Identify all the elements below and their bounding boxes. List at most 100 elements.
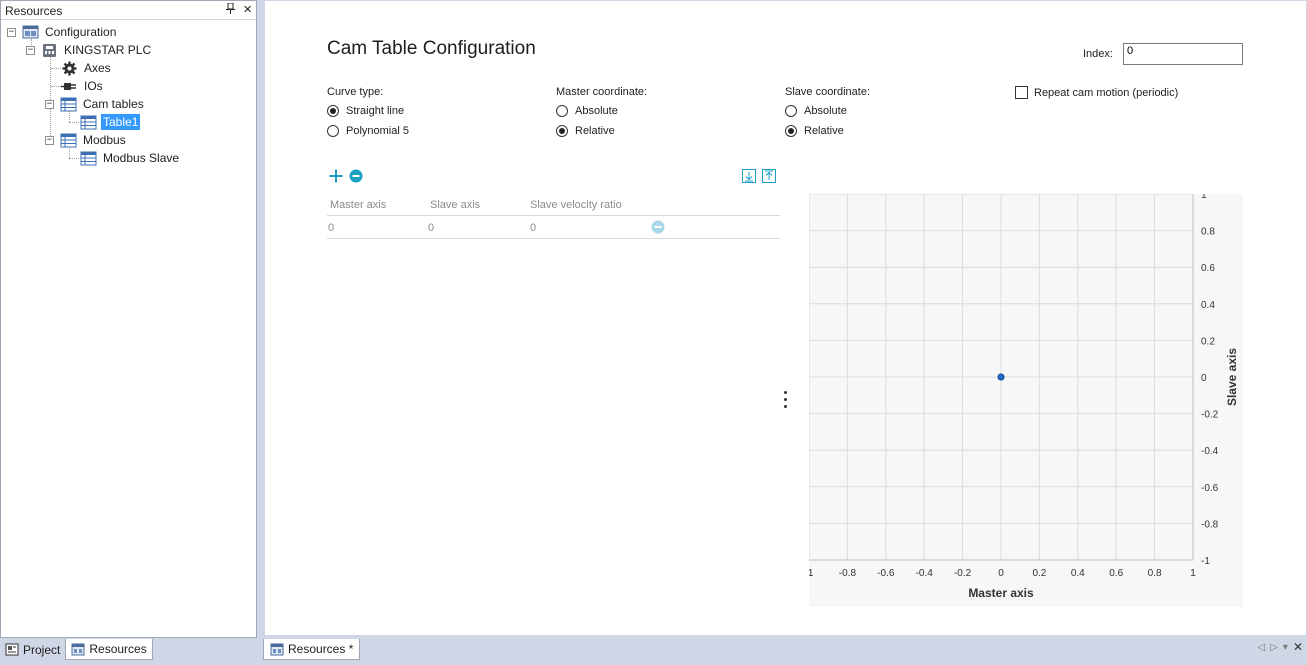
curve-straight-line-radio[interactable]: Straight line xyxy=(327,105,404,117)
close-tab-icon[interactable]: ✕ xyxy=(1293,640,1303,654)
tab-label: Project xyxy=(23,642,61,657)
collapse-icon[interactable]: − xyxy=(26,45,35,55)
resources-panel-title: Resources xyxy=(5,4,63,18)
x-tick-label: 0.2 xyxy=(1032,568,1046,579)
resources-icon xyxy=(71,643,85,655)
collapse-icon[interactable]: − xyxy=(7,27,16,37)
curve-polynomial-5-radio[interactable]: Polynomial 5 xyxy=(327,125,409,137)
plc-icon xyxy=(43,43,56,57)
y-tick-label: 1 xyxy=(1201,194,1207,201)
pin-icon[interactable] xyxy=(226,2,235,17)
column-header-master-axis[interactable]: Master axis xyxy=(330,199,386,211)
tree-item-cam-tables[interactable]: − Cam tables xyxy=(45,95,146,113)
y-tick-label: 0 xyxy=(1201,373,1207,384)
tab-resources-document[interactable]: Resources * xyxy=(263,639,361,660)
cell-master-axis[interactable]: 0 xyxy=(328,222,334,234)
y-tick-label: 0.8 xyxy=(1201,227,1215,238)
tree-item-kingstar-plc[interactable]: − KINGSTAR PLC xyxy=(26,41,153,59)
column-header-slave-axis[interactable]: Slave axis xyxy=(430,199,480,211)
x-tick-label: 1 xyxy=(1190,568,1196,579)
chart-svg: -1 -0.8 -0.6 -0.4 -0.2 0 0.2 0.4 0.6 0.8 1 1 0.8 0.6 0… xyxy=(805,190,1239,600)
export-icon[interactable] xyxy=(762,169,776,186)
tree-item-modbus-slave[interactable]: Modbus Slave xyxy=(80,149,181,167)
radio-indicator[interactable] xyxy=(556,105,568,117)
y-tick-label: -1 xyxy=(1201,556,1210,567)
tab-controls: ◁ ▷ ▾ ✕ xyxy=(1258,640,1304,654)
delete-row-icon[interactable] xyxy=(651,220,665,237)
cell-slave-axis[interactable]: 0 xyxy=(428,222,434,234)
tree-item-ios[interactable]: IOs xyxy=(61,77,105,95)
panel-tabs: Project Resources xyxy=(0,638,257,665)
periodic-checkbox[interactable]: Repeat cam motion (periodic) xyxy=(1015,86,1178,99)
x-tick-label: -0.2 xyxy=(954,568,972,579)
index-label: Index: xyxy=(1083,48,1113,60)
cam-table: Master axis Slave axis Slave velocity ra… xyxy=(327,194,780,239)
resources-panel: Resources ✕ − Configuration − KINGSTAR P… xyxy=(0,0,257,638)
x-axis-title: Master axis xyxy=(968,586,1034,600)
y-tick-label: 0.6 xyxy=(1201,263,1215,274)
scroll-left-icon[interactable]: ◁ xyxy=(1258,642,1266,654)
tab-label: Resources * xyxy=(288,642,354,656)
y-tick-label: -0.6 xyxy=(1201,483,1219,494)
table-icon xyxy=(60,97,77,111)
radio-indicator[interactable] xyxy=(327,125,339,137)
close-panel-icon[interactable]: ✕ xyxy=(243,3,252,16)
data-point[interactable] xyxy=(997,373,1005,381)
x-tick-label: -0.6 xyxy=(877,568,895,579)
tree-item-label: KINGSTAR PLC xyxy=(64,43,152,57)
collapse-icon[interactable]: − xyxy=(45,99,54,109)
radio-label: Absolute xyxy=(575,105,618,117)
y-tick-label: 0.4 xyxy=(1201,300,1215,311)
y-tick-label: -0.2 xyxy=(1201,410,1219,421)
slave-coordinate-label: Slave coordinate: xyxy=(785,86,870,98)
tree-item-label: Axes xyxy=(84,61,111,75)
x-tick-label: 0 xyxy=(998,568,1004,579)
table-icon xyxy=(80,115,97,129)
import-icon[interactable] xyxy=(742,169,756,186)
tree-item-table1[interactable]: Table1 xyxy=(80,113,141,131)
radio-indicator[interactable] xyxy=(785,105,797,117)
radio-label: Relative xyxy=(575,125,615,137)
tree-item-configuration[interactable]: − Configuration xyxy=(7,23,118,41)
master-coordinate-label: Master coordinate: xyxy=(556,86,648,98)
tree-item-axes[interactable]: Axes xyxy=(61,59,113,77)
collapse-icon[interactable]: − xyxy=(45,135,54,145)
tab-project[interactable]: Project xyxy=(0,639,65,660)
scroll-right-icon[interactable]: ▷ xyxy=(1270,642,1278,654)
radio-label: Absolute xyxy=(804,105,847,117)
tree-item-label: Modbus Slave xyxy=(103,151,180,165)
master-relative-radio[interactable]: Relative xyxy=(556,125,615,137)
radio-indicator[interactable] xyxy=(556,125,568,137)
tab-label: Resources xyxy=(89,642,147,656)
cell-slave-velocity-ratio[interactable]: 0 xyxy=(530,222,536,234)
column-header-slave-velocity-ratio[interactable]: Slave velocity ratio xyxy=(530,199,622,211)
remove-row-icon[interactable] xyxy=(349,169,363,186)
splitter-handle[interactable] xyxy=(781,391,789,415)
checkbox-indicator[interactable] xyxy=(1015,86,1028,99)
table-icon xyxy=(60,133,77,147)
slave-absolute-radio[interactable]: Absolute xyxy=(785,105,847,117)
radio-indicator[interactable] xyxy=(327,105,339,117)
resources-icon xyxy=(270,643,284,655)
tab-menu-icon[interactable]: ▾ xyxy=(1283,642,1288,654)
tab-resources[interactable]: Resources xyxy=(65,639,153,660)
x-tick-label: 0.4 xyxy=(1071,568,1085,579)
cam-table-editor: Cam Table Configuration Index: Curve typ… xyxy=(263,0,1307,636)
curve-type-label: Curve type: xyxy=(327,86,384,98)
x-tick-label: 0.8 xyxy=(1148,568,1162,579)
radio-indicator[interactable] xyxy=(785,125,797,137)
tree-item-label: Configuration xyxy=(45,25,117,39)
page-title: Cam Table Configuration xyxy=(327,38,536,59)
table-row[interactable]: 0 0 0 xyxy=(327,216,780,239)
checkbox-label: Repeat cam motion (periodic) xyxy=(1034,86,1179,99)
master-absolute-radio[interactable]: Absolute xyxy=(556,105,618,117)
table-icon xyxy=(80,151,97,165)
index-input[interactable] xyxy=(1123,43,1243,65)
slave-relative-radio[interactable]: Relative xyxy=(785,125,844,137)
tree-item-modbus[interactable]: − Modbus xyxy=(45,131,128,149)
add-row-icon[interactable] xyxy=(329,169,343,186)
radio-label: Relative xyxy=(804,125,844,137)
tree-item-label: IOs xyxy=(84,79,103,93)
table-header: Master axis Slave axis Slave velocity ra… xyxy=(327,194,780,216)
y-tick-label: -0.8 xyxy=(1201,519,1219,530)
